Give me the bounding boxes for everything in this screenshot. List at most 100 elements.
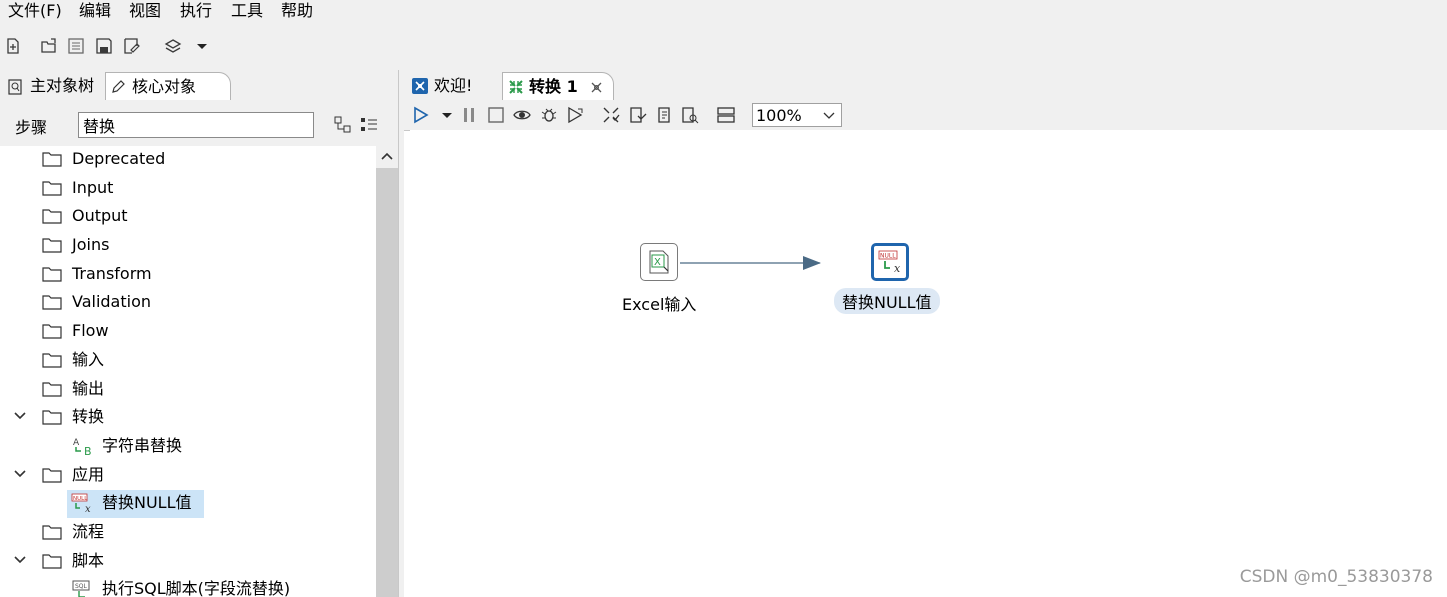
tree-folder-input-cn[interactable]: 输入 <box>0 347 376 375</box>
tree-folder-label: Deprecated <box>72 149 166 168</box>
menu-view[interactable]: 视图 <box>129 0 161 22</box>
explore-repository-icon[interactable] <box>67 37 85 55</box>
scrollbar-thumb[interactable] <box>376 168 398 597</box>
tree-folder-label: Joins <box>72 235 110 254</box>
tree-folder-label: 脚本 <box>72 551 105 570</box>
folder-icon <box>42 181 62 196</box>
svg-text:X: X <box>654 257 661 268</box>
step-replace-null[interactable]: NULL x <box>871 243 909 281</box>
tree-folder-label: Transform <box>72 264 152 283</box>
hop-arrow[interactable] <box>410 130 1447 597</box>
chevron-down-icon[interactable] <box>12 466 28 482</box>
run-icon[interactable] <box>412 106 430 124</box>
svg-text:B: B <box>84 445 92 458</box>
scroll-up-icon[interactable] <box>380 150 394 164</box>
preview-icon[interactable] <box>513 106 531 124</box>
sql-icon[interactable] <box>655 106 673 124</box>
folder-icon <box>42 209 62 224</box>
menu-help[interactable]: 帮助 <box>281 0 313 22</box>
menu-tools[interactable]: 工具 <box>231 0 263 22</box>
menu-file[interactable]: 文件(F) <box>8 0 62 22</box>
watermark: CSDN @m0_53830378 <box>1239 567 1433 587</box>
new-file-icon[interactable] <box>4 37 22 55</box>
chevron-down-icon[interactable] <box>438 106 456 124</box>
tree-folder-validation[interactable]: Validation <box>0 289 376 317</box>
tree-folder-transform-cn[interactable]: 转换 <box>0 404 376 432</box>
left-tab-bar: 主对象树 核心对象 <box>0 70 398 101</box>
svg-text:SQL: SQL <box>75 583 88 590</box>
transformation-icon <box>509 80 523 94</box>
open-file-icon[interactable] <box>40 37 58 55</box>
tree-step-string-replace[interactable]: AB 字符串替换 <box>0 433 376 461</box>
chevron-down-icon[interactable] <box>12 552 28 568</box>
step-search-input[interactable] <box>78 112 314 138</box>
tree-folder-application[interactable]: 应用 <box>0 462 376 490</box>
close-icon[interactable] <box>591 82 602 93</box>
tab-core-objects[interactable]: 核心对象 <box>105 72 231 101</box>
svg-text:NULL: NULL <box>73 496 88 502</box>
svg-text:x: x <box>894 262 901 275</box>
chevron-down-icon <box>823 112 835 119</box>
step-excel-input-label: Excel输入 <box>622 295 697 314</box>
transformation-toolbar: 100% <box>404 100 1447 131</box>
tree-folder-output-cn[interactable]: 输出 <box>0 376 376 404</box>
svg-text:NULL: NULL <box>880 253 896 260</box>
step-replace-null-label: 替换NULL值 <box>834 288 940 314</box>
expand-all-icon[interactable] <box>360 116 378 134</box>
pause-icon[interactable] <box>460 106 478 124</box>
tab-main-object-tree[interactable]: 主对象树 <box>4 72 104 100</box>
chevron-down-icon[interactable] <box>193 37 211 55</box>
folder-icon <box>42 238 62 253</box>
tree-folder-label: Input <box>72 178 114 197</box>
tree-folder-transform[interactable]: Transform <box>0 261 376 289</box>
folder-icon <box>42 468 62 483</box>
save-as-icon[interactable] <box>123 37 141 55</box>
tree-step-replace-null[interactable]: NULL x 替换NULL值 <box>0 490 376 518</box>
chevron-down-icon[interactable] <box>12 408 28 424</box>
transformation-canvas[interactable]: X Excel输入 NULL x 替换NULL值 <box>410 130 1447 597</box>
tree-folder-process[interactable]: 流程 <box>0 519 376 547</box>
tree-folder-script[interactable]: 脚本 <box>0 548 376 576</box>
tree-folder-label: Output <box>72 206 128 225</box>
zoom-select[interactable]: 100% <box>752 103 842 127</box>
tree-folder-deprecated[interactable]: Deprecated <box>0 146 376 174</box>
tree-step-label: 替换NULL值 <box>102 493 192 512</box>
tree-step-exec-sql[interactable]: SQL 执行SQL脚本(字段流替换) <box>0 576 376 597</box>
tree-folder-input[interactable]: Input <box>0 175 376 203</box>
folder-icon <box>42 295 62 310</box>
replace-null-icon: NULL x <box>71 493 91 515</box>
stop-icon[interactable] <box>487 106 505 124</box>
tree-folder-joins[interactable]: Joins <box>0 232 376 260</box>
menu-edit[interactable]: 编辑 <box>79 0 111 22</box>
menu-run[interactable]: 执行 <box>180 0 212 22</box>
tree-folder-flow[interactable]: Flow <box>0 318 376 346</box>
tab-welcome[interactable]: 欢迎! <box>408 72 502 100</box>
tab-welcome-label: 欢迎! <box>434 76 473 95</box>
folder-icon <box>42 353 62 368</box>
folder-icon <box>42 152 62 167</box>
tree-folder-label: 输出 <box>72 379 105 398</box>
replay-icon[interactable] <box>566 106 584 124</box>
collapse-all-icon[interactable] <box>334 116 352 134</box>
replace-null-icon: NULL x <box>878 250 901 275</box>
right-panel: 欢迎! 转换 1 100% X Excel输入 NULL x 替换NULL值 <box>404 70 1447 597</box>
tree-scrollbar[interactable] <box>376 146 398 597</box>
tree-folder-output[interactable]: Output <box>0 203 376 231</box>
debug-icon[interactable] <box>540 106 558 124</box>
impact-icon[interactable] <box>629 106 647 124</box>
svg-text:x: x <box>85 504 91 515</box>
show-results-icon[interactable] <box>717 106 735 124</box>
explore-db-icon[interactable] <box>681 106 699 124</box>
editor-tab-bar: 欢迎! 转换 1 <box>404 70 1447 101</box>
tab-transformation-1[interactable]: 转换 1 <box>502 72 614 101</box>
folder-icon <box>42 410 62 425</box>
folder-icon <box>42 267 62 282</box>
save-icon[interactable] <box>95 37 113 55</box>
verify-icon[interactable] <box>602 106 620 124</box>
step-excel-input[interactable]: X <box>640 243 678 281</box>
tree-folder-label: 转换 <box>72 407 105 426</box>
excel-input-icon: X <box>649 250 669 274</box>
tab-core-objects-label: 核心对象 <box>132 77 197 96</box>
tree-folder-label: Flow <box>72 321 109 340</box>
layers-icon[interactable] <box>164 37 182 55</box>
